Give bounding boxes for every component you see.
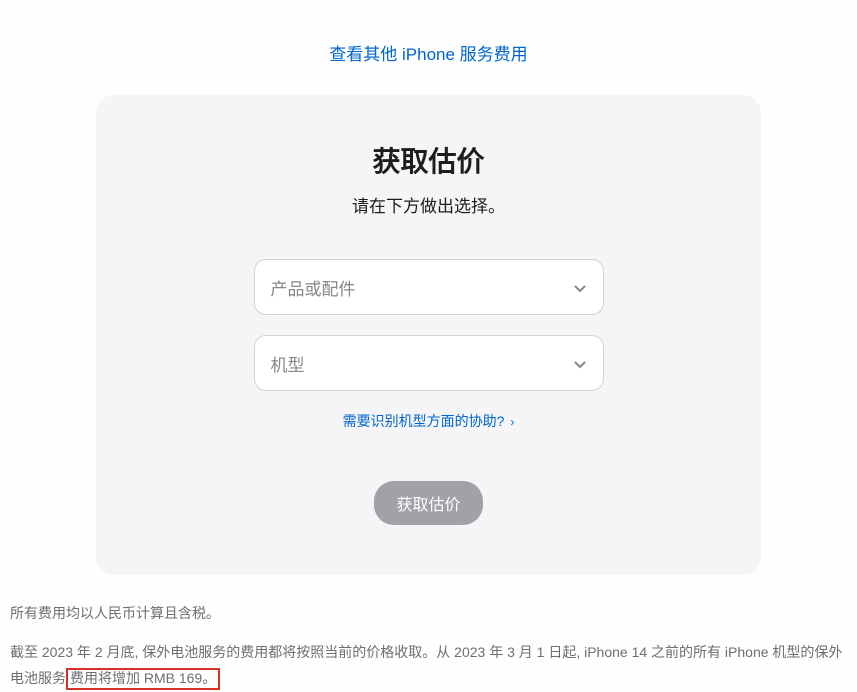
chevron-right-icon: ›: [510, 415, 514, 429]
model-select-wrapper: 机型: [254, 335, 604, 391]
estimate-card: 获取估价 请在下方做出选择。 产品或配件 机型 需要识别机型方面的协助? ›: [96, 95, 761, 575]
help-link-label: 需要识别机型方面的协助?: [343, 413, 505, 429]
card-subtitle: 请在下方做出选择。: [136, 192, 721, 217]
model-select[interactable]: 机型: [254, 335, 604, 391]
select-group: 产品或配件 机型: [136, 259, 721, 391]
identify-model-help-link[interactable]: 需要识别机型方面的协助? ›: [343, 413, 515, 429]
top-link-container: 查看其他 iPhone 服务费用: [0, 0, 857, 95]
help-link-container: 需要识别机型方面的协助? ›: [136, 411, 721, 431]
get-estimate-button[interactable]: 获取估价: [374, 481, 482, 525]
price-increase-highlight: 费用将增加 RMB 169。: [66, 668, 220, 690]
footer-note-currency: 所有费用均以人民币计算且含税。: [10, 600, 847, 627]
product-select[interactable]: 产品或配件: [254, 259, 604, 315]
footer-note-price-change: 截至 2023 年 2 月底, 保外电池服务的费用都将按照当前的价格收取。从 2…: [10, 639, 847, 692]
product-select-placeholder: 产品或配件: [271, 275, 356, 300]
card-title: 获取估价: [136, 140, 721, 180]
submit-wrapper: 获取估价: [136, 481, 721, 525]
product-select-wrapper: 产品或配件: [254, 259, 604, 315]
footer-notes: 所有费用均以人民币计算且含税。 截至 2023 年 2 月底, 保外电池服务的费…: [0, 575, 857, 692]
chevron-down-icon: [573, 356, 587, 370]
other-iphone-services-link[interactable]: 查看其他 iPhone 服务费用: [329, 45, 527, 64]
chevron-down-icon: [573, 280, 587, 294]
model-select-placeholder: 机型: [271, 351, 305, 376]
